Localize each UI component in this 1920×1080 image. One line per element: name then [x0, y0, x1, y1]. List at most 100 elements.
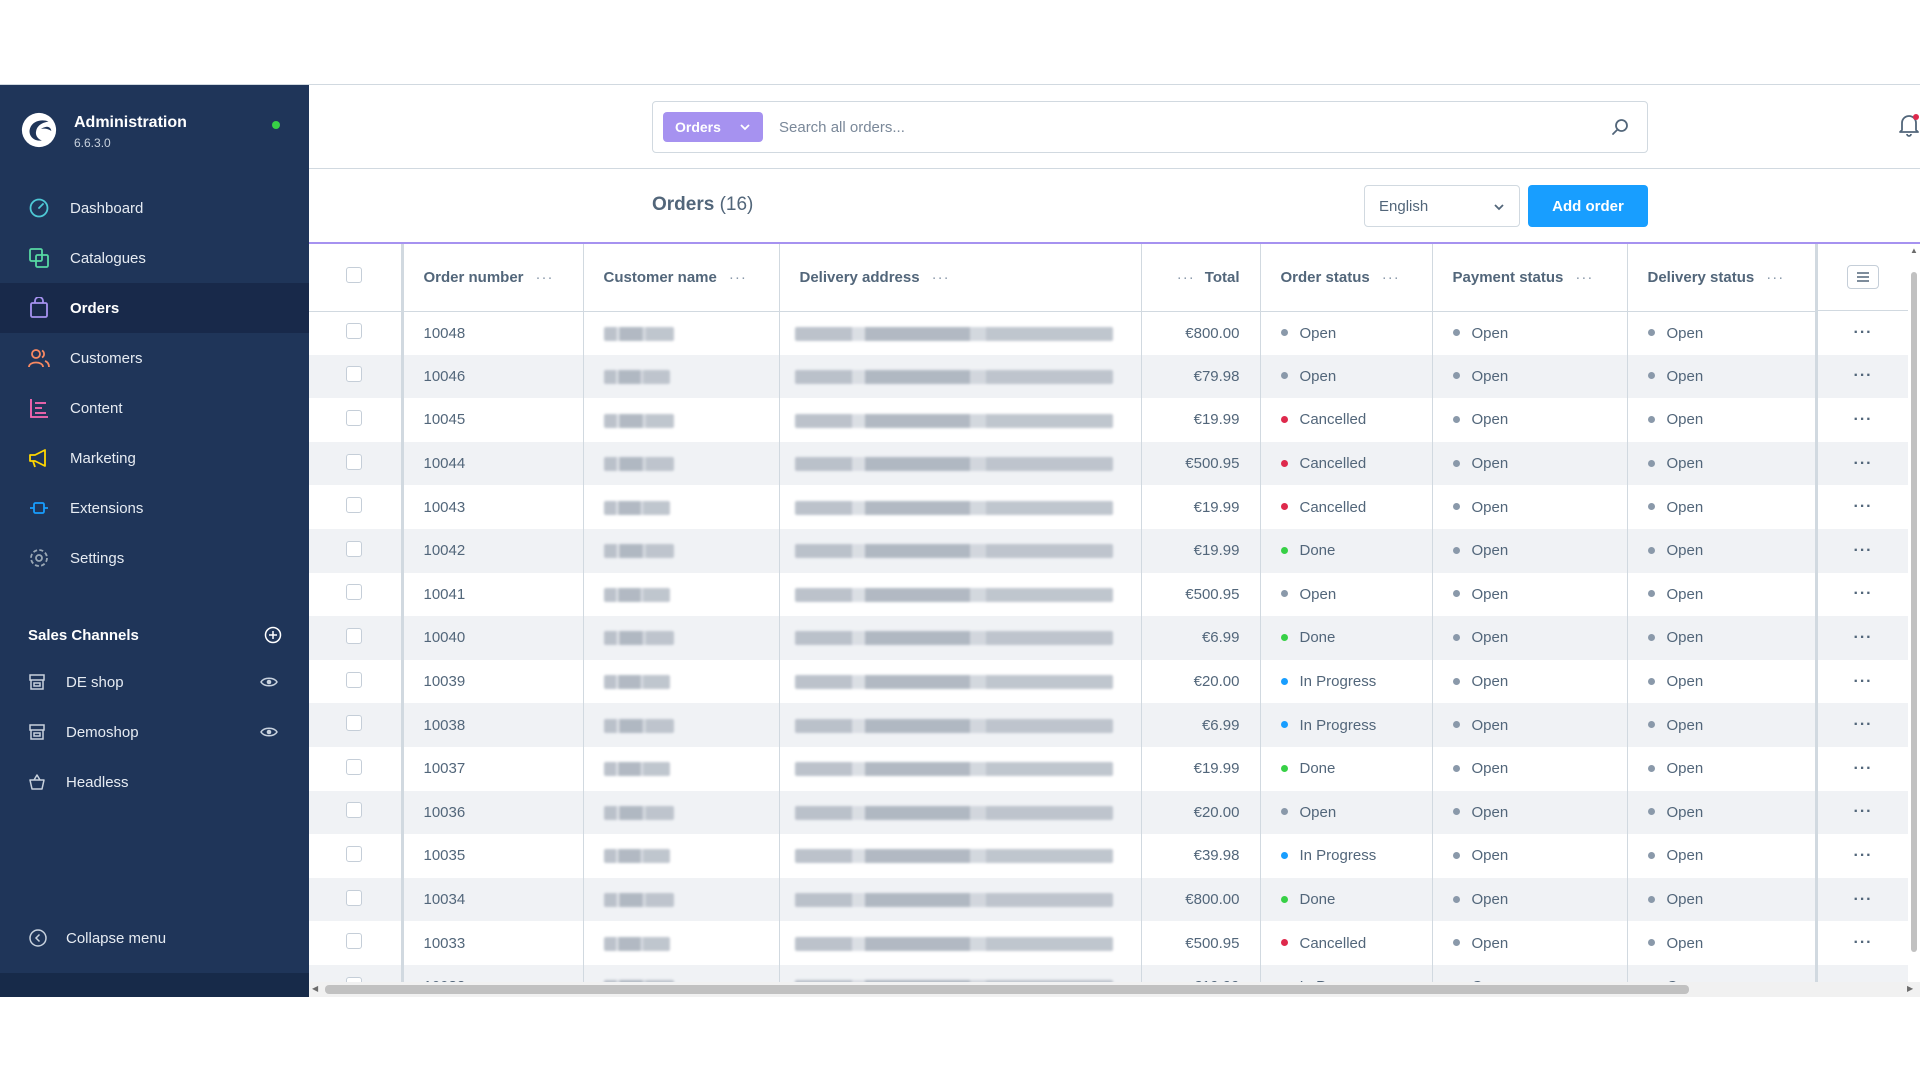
row-actions-button[interactable]: ···: [1818, 659, 1908, 704]
row-actions-button[interactable]: ···: [1818, 703, 1908, 747]
column-header-customer-name[interactable]: Customer name ···: [583, 244, 780, 312]
table-row[interactable]: 10032€19.99In ProgressOpenOpen: [309, 964, 1817, 982]
column-settings-button[interactable]: [1847, 265, 1879, 289]
language-select[interactable]: English: [1364, 185, 1520, 227]
search-type-dropdown[interactable]: Orders: [663, 112, 763, 142]
row-checkbox[interactable]: [346, 845, 362, 862]
vertical-scrollbar-thumb[interactable]: [1911, 272, 1917, 952]
order-number-cell[interactable]: 10042: [402, 528, 584, 573]
nav-item-settings[interactable]: Settings: [0, 533, 309, 583]
eye-icon[interactable]: [260, 673, 278, 691]
horizontal-scrollbar-thumb[interactable]: [325, 985, 1689, 994]
column-header-delivery-address[interactable]: Delivery address ···: [779, 244, 1142, 312]
nav-item-content[interactable]: Content: [0, 383, 309, 433]
row-actions-button[interactable]: ···: [1818, 354, 1908, 399]
nav-item-orders[interactable]: Orders: [0, 283, 309, 333]
order-number-cell[interactable]: 10040: [402, 616, 584, 660]
row-checkbox[interactable]: [346, 497, 362, 514]
order-number-cell[interactable]: 10036: [402, 790, 584, 835]
row-checkbox[interactable]: [346, 671, 362, 688]
row-actions-button[interactable]: ···: [1818, 790, 1908, 835]
order-number-cell[interactable]: 10044: [402, 441, 584, 486]
order-number-cell[interactable]: 10045: [402, 398, 584, 442]
search-input[interactable]: [779, 114, 1559, 140]
order-number-cell[interactable]: 10037: [402, 746, 584, 791]
collapse-menu-button[interactable]: Collapse menu: [28, 928, 166, 948]
add-sales-channel-icon[interactable]: [264, 626, 282, 644]
eye-icon[interactable]: [260, 723, 278, 741]
column-menu-icon[interactable]: ···: [536, 269, 554, 286]
row-checkbox[interactable]: [346, 409, 362, 426]
row-actions-button[interactable]: ···: [1818, 441, 1908, 486]
row-actions-button[interactable]: ···: [1818, 398, 1908, 442]
column-header-order-status[interactable]: Order status ···: [1260, 244, 1433, 312]
search-icon[interactable]: [1611, 118, 1629, 136]
scroll-up-arrow-icon[interactable]: ▲: [1910, 246, 1918, 255]
column-menu-icon[interactable]: ···: [1575, 269, 1593, 286]
order-number-cell[interactable]: 10043: [402, 485, 584, 529]
nav-item-customers[interactable]: Customers: [0, 333, 309, 383]
column-menu-icon[interactable]: ···: [1382, 269, 1400, 286]
table-row[interactable]: 10035 €39.98 In Progress Open Open: [309, 834, 1817, 878]
table-row[interactable]: 10045 €19.99 Cancelled Open Open: [309, 398, 1817, 442]
table-row[interactable]: 10037 €19.99 Done Open Open: [309, 746, 1817, 791]
row-checkbox[interactable]: [346, 366, 362, 383]
row-checkbox[interactable]: [346, 323, 362, 340]
notification-bell-icon[interactable]: [1898, 113, 1920, 137]
row-checkbox[interactable]: [346, 584, 362, 601]
table-row[interactable]: 10039 €20.00 In Progress Open Open: [309, 659, 1817, 704]
table-row[interactable]: 10033 €500.95 Cancelled Open Open: [309, 921, 1817, 965]
table-row[interactable]: 10046 €79.98 Open Open Open: [309, 354, 1817, 399]
sales-channel-demoshop[interactable]: Demoshop: [0, 707, 309, 757]
table-row[interactable]: 10040 €6.99 Done Open Open: [309, 616, 1817, 660]
order-number-cell[interactable]: 10035: [402, 834, 584, 878]
row-actions-button[interactable]: ···: [1818, 528, 1908, 573]
scroll-right-arrow-icon[interactable]: ▶: [1907, 984, 1913, 993]
horizontal-scrollbar[interactable]: ◀ ▶: [309, 982, 1920, 997]
column-menu-icon[interactable]: ···: [1177, 269, 1195, 286]
order-number-cell[interactable]: 10034: [402, 877, 584, 922]
row-actions-button[interactable]: ···: [1818, 311, 1908, 355]
column-menu-icon[interactable]: ···: [932, 269, 950, 286]
column-header-payment-status[interactable]: Payment status ···: [1432, 244, 1628, 312]
row-actions-button[interactable]: ···: [1818, 485, 1908, 529]
row-actions-button[interactable]: ···: [1818, 877, 1908, 922]
table-row[interactable]: 10044 €500.95 Cancelled Open Open: [309, 441, 1817, 486]
nav-item-dashboard[interactable]: Dashboard: [0, 183, 309, 233]
nav-item-catalogues[interactable]: Catalogues: [0, 233, 309, 283]
order-number-cell[interactable]: 10041: [402, 572, 584, 617]
order-number-cell[interactable]: 10046: [402, 354, 584, 399]
order-number-cell[interactable]: 10048: [402, 311, 584, 355]
nav-item-marketing[interactable]: Marketing: [0, 433, 309, 483]
table-row[interactable]: 10042 €19.99 Done Open Open: [309, 528, 1817, 573]
table-row[interactable]: 10043 €19.99 Cancelled Open Open: [309, 485, 1817, 529]
row-actions-button[interactable]: ···: [1818, 921, 1908, 965]
table-row[interactable]: 10038 €6.99 In Progress Open Open: [309, 703, 1817, 747]
table-row[interactable]: 10036 €20.00 Open Open Open: [309, 790, 1817, 835]
order-number-cell[interactable]: 10032: [402, 964, 584, 982]
scroll-left-arrow-icon[interactable]: ◀: [312, 984, 318, 993]
row-checkbox[interactable]: [346, 627, 362, 644]
row-actions-button[interactable]: ···: [1818, 964, 1908, 982]
sales-channel-de-shop[interactable]: DE shop: [0, 657, 309, 707]
sales-channel-headless[interactable]: Headless: [0, 757, 309, 807]
column-menu-icon[interactable]: ···: [1766, 269, 1784, 286]
row-actions-button[interactable]: ···: [1818, 572, 1908, 617]
row-checkbox[interactable]: [346, 540, 362, 557]
add-order-button[interactable]: Add order: [1528, 185, 1648, 227]
row-checkbox[interactable]: [346, 453, 362, 470]
table-row[interactable]: 10048 €800.00 Open Open Open: [309, 311, 1817, 355]
row-checkbox[interactable]: [346, 889, 362, 906]
order-number-cell[interactable]: 10039: [402, 659, 584, 704]
row-actions-button[interactable]: ···: [1818, 746, 1908, 791]
row-checkbox[interactable]: [346, 802, 362, 819]
nav-item-extensions[interactable]: Extensions: [0, 483, 309, 533]
select-all-checkbox[interactable]: [346, 267, 362, 284]
order-number-cell[interactable]: 10038: [402, 703, 584, 747]
column-header-order-number[interactable]: Order number ···: [402, 244, 584, 312]
table-row[interactable]: 10034 €800.00 Done Open Open: [309, 877, 1817, 922]
column-header-total[interactable]: ··· Total: [1141, 244, 1261, 312]
row-checkbox[interactable]: [346, 715, 362, 732]
column-menu-icon[interactable]: ···: [729, 269, 747, 286]
table-row[interactable]: 10041 €500.95 Open Open Open: [309, 572, 1817, 617]
